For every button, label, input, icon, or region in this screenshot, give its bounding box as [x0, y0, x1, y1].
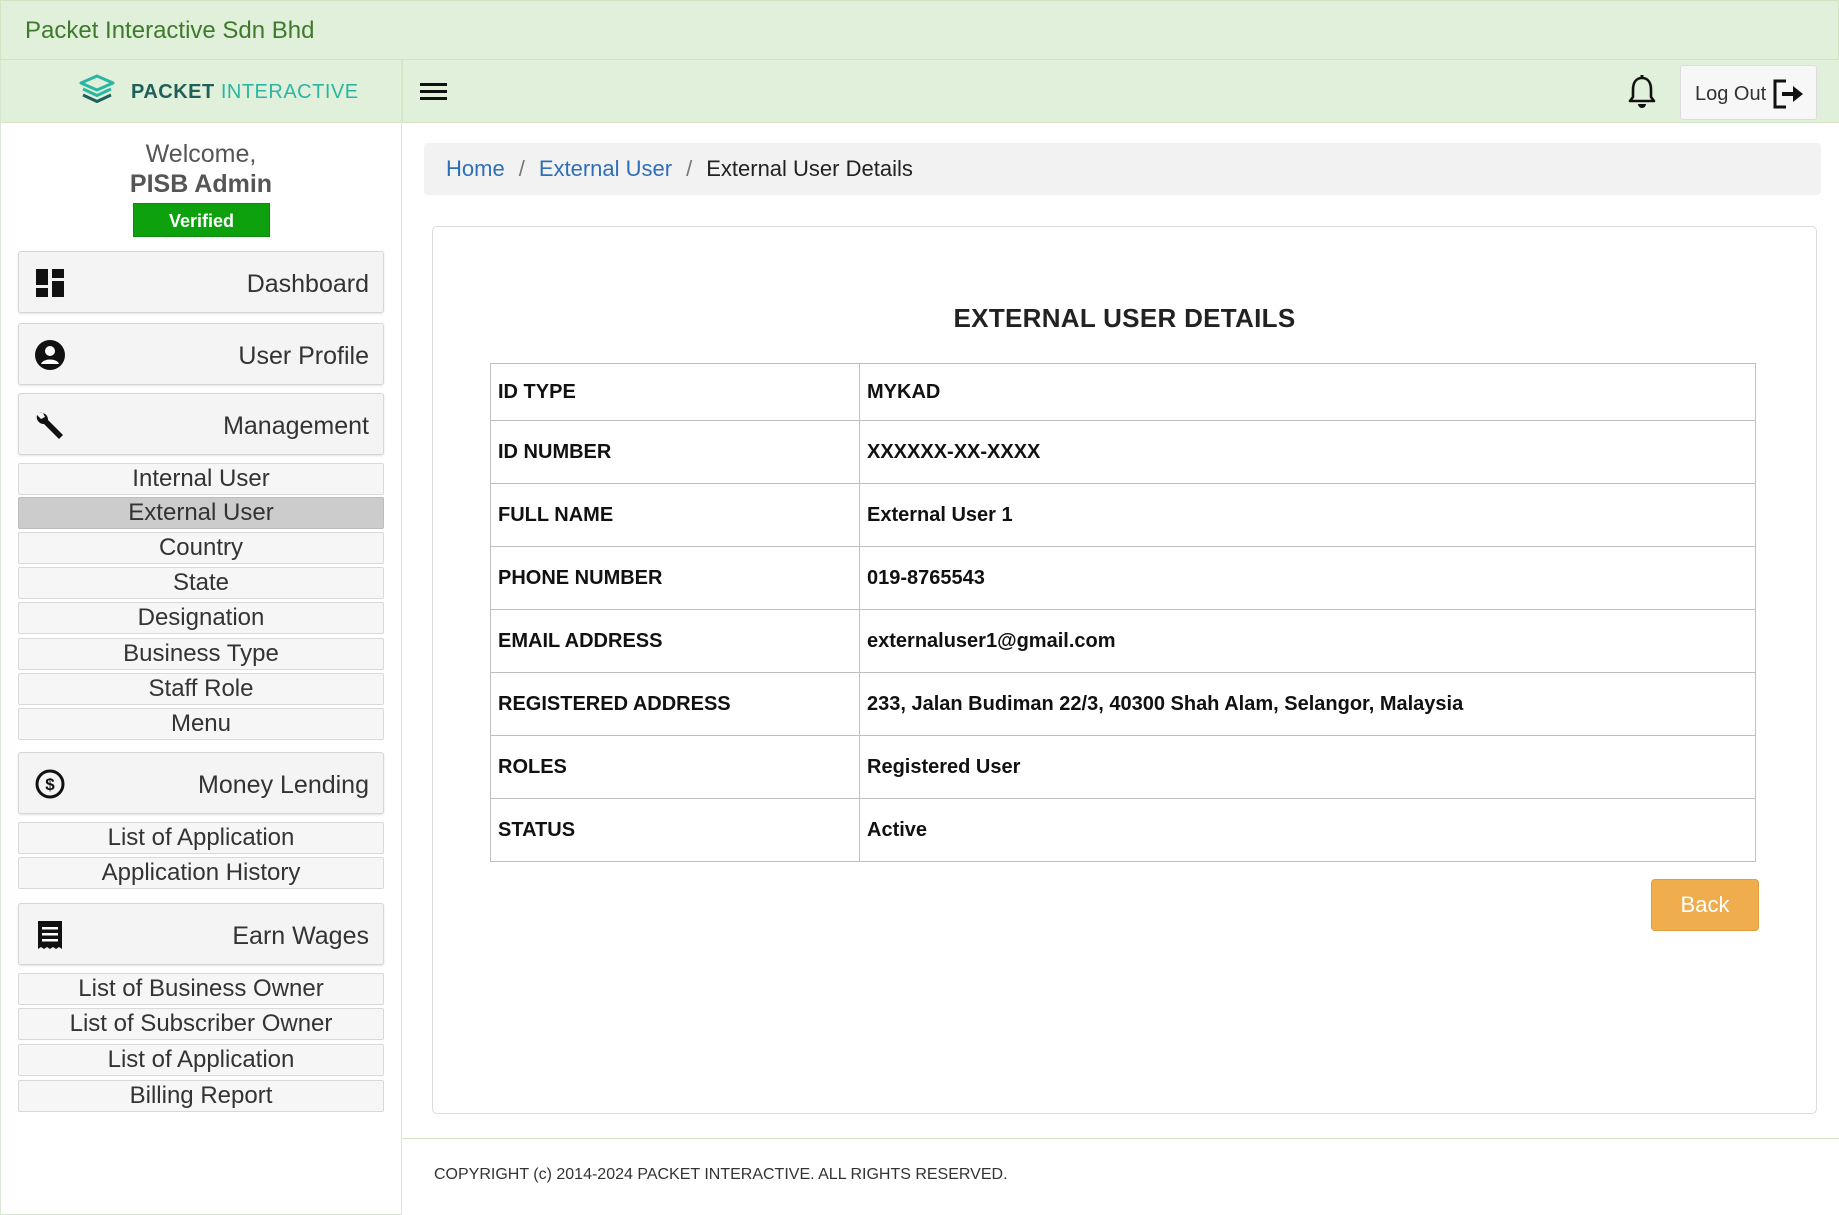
- sidebar-item-money-lending[interactable]: $ Money Lending: [18, 752, 384, 814]
- brand-name: PACKET INTERACTIVE: [131, 81, 359, 103]
- dashboard-icon: [36, 269, 64, 297]
- breadcrumb-home-link[interactable]: Home: [446, 156, 505, 181]
- back-button[interactable]: Back: [1651, 879, 1759, 931]
- row-label: FULL NAME: [490, 483, 860, 547]
- receipt-icon: [38, 921, 62, 949]
- sidebar-subitem-billing-report[interactable]: Billing Report: [18, 1080, 384, 1112]
- brand-header[interactable]: PACKET INTERACTIVE: [1, 60, 401, 123]
- copyright-text: COPYRIGHT (c) 2014-2024 PACKET INTERACTI…: [434, 1166, 1008, 1183]
- sidebar-item-dashboard[interactable]: Dashboard: [18, 251, 384, 313]
- breadcrumb-separator: /: [686, 156, 693, 181]
- row-label: PHONE NUMBER: [490, 546, 860, 610]
- table-row: EMAIL ADDRESS externaluser1@gmail.com: [490, 609, 1756, 673]
- sidebar-item-user-profile[interactable]: User Profile: [18, 323, 384, 385]
- footer-divider: [402, 1138, 1839, 1139]
- svg-text:$: $: [45, 775, 55, 794]
- logout-icon: [1773, 79, 1803, 109]
- breadcrumb-separator: /: [518, 156, 525, 181]
- sidebar-item-management[interactable]: Management: [18, 393, 384, 455]
- row-label: STATUS: [490, 798, 860, 862]
- sidebar-subitem-country[interactable]: Country: [18, 532, 384, 564]
- row-value: 019-8765543: [859, 546, 1756, 610]
- row-value: externaluser1@gmail.com: [859, 609, 1756, 673]
- main-content: Home / External User / External User Details…: [402, 123, 1839, 1215]
- sidebar-subitem-list-of-business-owner[interactable]: List of Business Owner: [18, 973, 384, 1005]
- breadcrumb-current: External User Details: [706, 156, 913, 181]
- sidebar-subitem-state[interactable]: State: [18, 567, 384, 599]
- row-label: EMAIL ADDRESS: [490, 609, 860, 673]
- notification-bell-icon[interactable]: [1625, 74, 1659, 110]
- sidebar-item-earn-wages[interactable]: Earn Wages: [18, 903, 384, 965]
- verified-badge: Verified: [133, 203, 270, 237]
- row-label: ROLES: [490, 735, 860, 799]
- details-card: EXTERNAL USER DETAILS ID TYPE MYKAD ID N…: [432, 226, 1817, 1114]
- details-table: ID TYPE MYKAD ID NUMBER XXXXXX-XX-XXXX F…: [490, 363, 1756, 862]
- table-row: FULL NAME External User 1: [490, 483, 1756, 547]
- table-row: REGISTERED ADDRESS 233, Jalan Budiman 22…: [490, 672, 1756, 736]
- sidebar-item-label: Management: [223, 412, 369, 440]
- sidebar-subitem-list-of-subscriber-owner[interactable]: List of Subscriber Owner: [18, 1008, 384, 1040]
- row-value: 233, Jalan Budiman 22/3, 40300 Shah Alam…: [859, 672, 1756, 736]
- hamburger-menu-icon[interactable]: [417, 77, 451, 107]
- sidebar-item-label: Money Lending: [198, 771, 369, 799]
- row-value: Active: [859, 798, 1756, 862]
- sidebar-subitem-staff-role[interactable]: Staff Role: [18, 673, 384, 705]
- app-title-bar: Packet Interactive Sdn Bhd: [0, 0, 1839, 60]
- table-row: ROLES Registered User: [490, 735, 1756, 799]
- user-name: PISB Admin: [129, 170, 273, 198]
- row-value: XXXXXX-XX-XXXX: [859, 420, 1756, 484]
- sidebar-subitem-application-history[interactable]: Application History: [18, 857, 384, 889]
- header-bar: Log Out: [402, 60, 1839, 123]
- table-row: STATUS Active: [490, 798, 1756, 862]
- welcome-text: Welcome,: [145, 140, 257, 168]
- row-label: ID NUMBER: [490, 420, 860, 484]
- table-row: ID TYPE MYKAD: [490, 363, 1756, 421]
- breadcrumb-external-user-link[interactable]: External User: [539, 156, 672, 181]
- sidebar-subitem-designation[interactable]: Designation: [18, 602, 384, 634]
- sidebar-subitem-list-of-application[interactable]: List of Application: [18, 822, 384, 854]
- logout-label: Log Out: [1695, 83, 1767, 105]
- user-circle-icon: [35, 340, 65, 370]
- sidebar-subitem-list-of-application[interactable]: List of Application: [18, 1044, 384, 1076]
- sidebar-subitem-external-user[interactable]: External User: [18, 497, 384, 529]
- sidebar-subitem-internal-user[interactable]: Internal User: [18, 463, 384, 495]
- sidebar-item-label: User Profile: [238, 342, 369, 370]
- packet-logo-icon: [79, 74, 115, 103]
- dollar-circle-icon: $: [35, 769, 65, 799]
- row-label: ID TYPE: [490, 363, 860, 421]
- sidebar-item-label: Earn Wages: [232, 922, 369, 950]
- row-value: Registered User: [859, 735, 1756, 799]
- sidebar-subitem-business-type[interactable]: Business Type: [18, 638, 384, 670]
- sidebar-item-label: Dashboard: [246, 270, 369, 298]
- sidebar: PACKET INTERACTIVE Welcome, PISB Admin V…: [0, 60, 402, 1215]
- table-row: ID NUMBER XXXXXX-XX-XXXX: [490, 420, 1756, 484]
- sidebar-subitem-menu[interactable]: Menu: [18, 708, 384, 740]
- breadcrumb: Home / External User / External User Details: [424, 143, 1821, 195]
- row-value: MYKAD: [859, 363, 1756, 421]
- page-title: EXTERNAL USER DETAILS: [953, 303, 1296, 333]
- table-row: PHONE NUMBER 019-8765543: [490, 546, 1756, 610]
- wrench-icon: [36, 412, 63, 439]
- row-label: REGISTERED ADDRESS: [490, 672, 860, 736]
- logout-button[interactable]: Log Out: [1680, 65, 1817, 120]
- app-title: Packet Interactive Sdn Bhd: [25, 17, 315, 44]
- row-value: External User 1: [859, 483, 1756, 547]
